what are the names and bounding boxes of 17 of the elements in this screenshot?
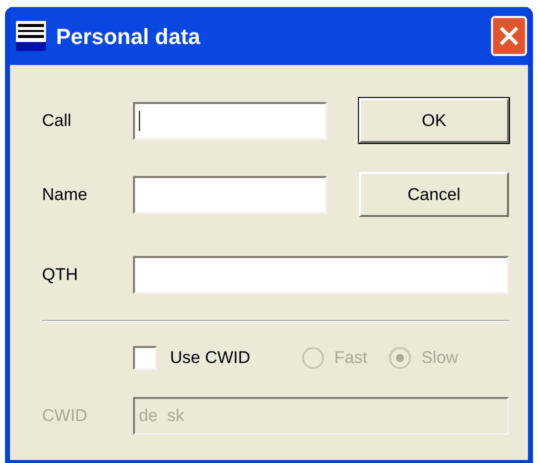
window-title: Personal data: [56, 22, 200, 50]
app-icon: [16, 21, 46, 51]
checkbox-label: Use CWID: [170, 347, 250, 370]
field-label: Name: [42, 184, 88, 206]
field-label: QTH: [42, 264, 79, 286]
field-label: CWID: [42, 405, 88, 428]
close-button[interactable]: [491, 16, 527, 56]
cancel-button[interactable]: Cancel: [359, 172, 509, 217]
ok-button[interactable]: OK: [359, 98, 509, 143]
input-field[interactable]: [133, 176, 327, 214]
close-icon: [498, 25, 520, 47]
field-label: Call: [42, 110, 72, 132]
radio-label: Fast: [334, 347, 368, 370]
radio-label: Slow: [421, 347, 458, 370]
input-field[interactable]: [132, 256, 509, 294]
checkbox[interactable]: [133, 346, 157, 370]
input-field[interactable]: [133, 102, 327, 140]
